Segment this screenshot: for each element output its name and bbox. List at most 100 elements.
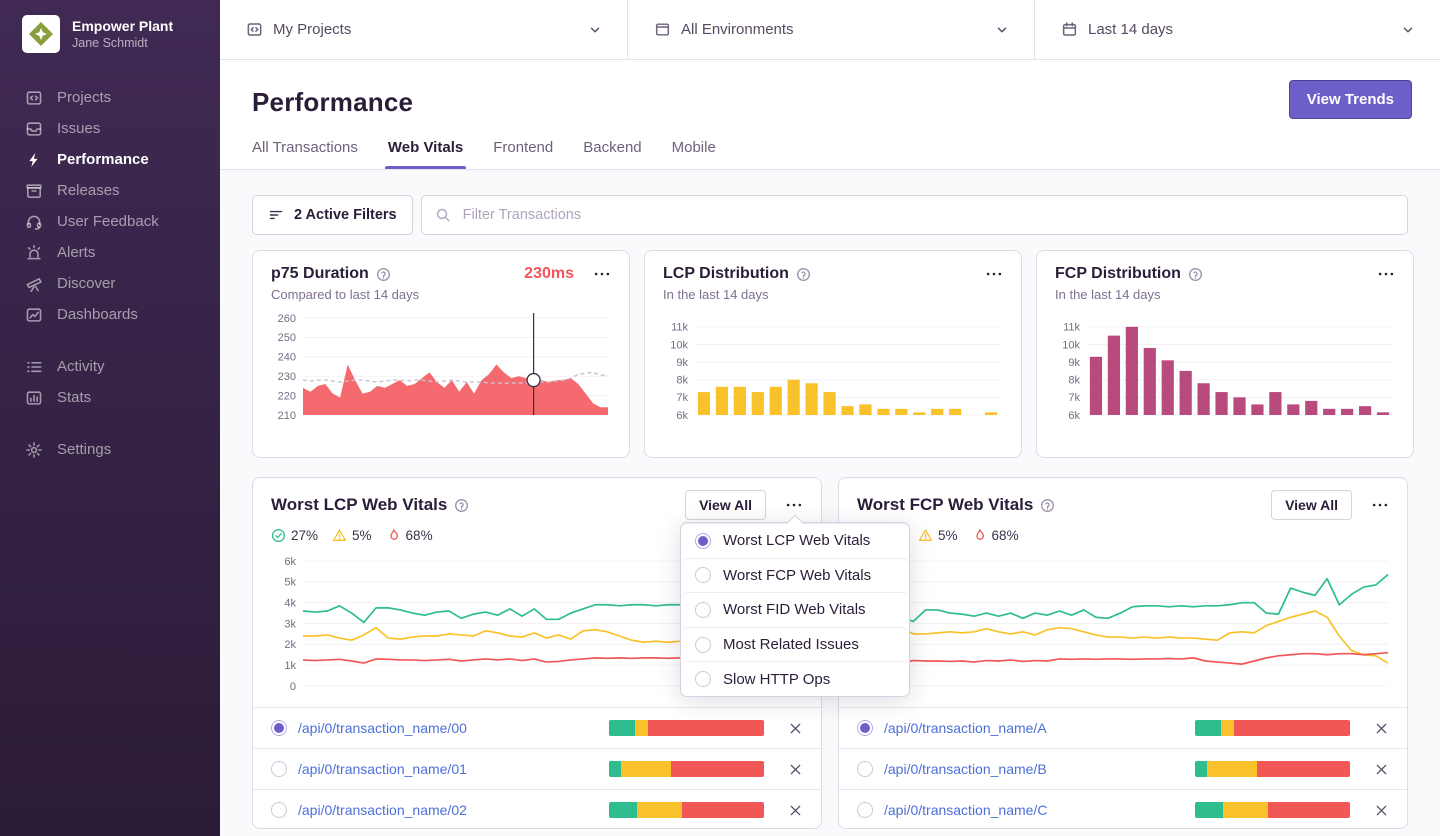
filter-row: 2 Active Filters (252, 195, 1408, 235)
stat-poor: 68% (386, 528, 433, 543)
org-header[interactable]: Empower Plant Jane Schmidt (0, 0, 220, 53)
view-all-button[interactable]: View All (1271, 490, 1352, 520)
sidebar-item-projects[interactable]: Projects (0, 82, 220, 113)
more-options-icon[interactable] (1371, 496, 1389, 514)
projects-icon (246, 21, 263, 38)
svg-text:5k: 5k (284, 577, 296, 589)
transaction-link[interactable]: /api/0/transaction_name/02 (298, 802, 467, 818)
transaction-link[interactable]: /api/0/transaction_name/01 (298, 761, 467, 777)
worst-fcp-card: Worst FCP Web Vitals View All 27%5%68% 0… (838, 477, 1408, 829)
close-icon[interactable] (788, 762, 803, 777)
svg-text:1k: 1k (284, 660, 296, 672)
more-options-icon[interactable] (1377, 265, 1395, 283)
dropdown-item-most-related-issues[interactable]: Most Related Issues (681, 626, 909, 662)
dropdown-item-slow-http-ops[interactable]: Slow HTTP Ops (681, 661, 909, 696)
releases-icon (25, 182, 43, 200)
sidebar-item-releases[interactable]: Releases (0, 175, 220, 206)
project-selector[interactable]: My Projects (220, 0, 628, 59)
svg-text:11k: 11k (671, 322, 688, 334)
date-range-label: Last 14 days (1088, 21, 1174, 38)
summary-cards-row: p75 Duration 230ms Compared to last 14 d… (252, 250, 1414, 458)
svg-text:0: 0 (290, 681, 296, 693)
vitals-breakdown-bar (609, 720, 764, 736)
tab-mobile[interactable]: Mobile (672, 139, 716, 169)
bar-segment-poor (1233, 720, 1350, 736)
environment-selector-label: All Environments (681, 21, 794, 38)
transaction-radio[interactable] (271, 802, 287, 818)
environment-selector[interactable]: All Environments (628, 0, 1035, 59)
transaction-radio[interactable] (857, 720, 873, 736)
more-options-icon[interactable] (785, 496, 803, 514)
global-filter-bar: My Projects All Environments Last 14 day… (220, 0, 1440, 60)
chevron-down-icon (994, 22, 1010, 38)
more-options-icon[interactable] (985, 265, 1003, 283)
svg-text:240: 240 (278, 352, 296, 364)
tab-backend[interactable]: Backend (583, 139, 641, 169)
transaction-link[interactable]: /api/0/transaction_name/00 (298, 720, 467, 736)
help-icon[interactable] (1040, 498, 1055, 513)
sidebar-item-label: Alerts (57, 244, 96, 261)
svg-text:8k: 8k (1068, 375, 1080, 387)
sidebar-item-performance[interactable]: Performance (0, 144, 220, 175)
stat-poor: 68% (972, 528, 1019, 543)
card-title: FCP Distribution (1055, 265, 1181, 282)
tab-all-transactions[interactable]: All Transactions (252, 139, 358, 169)
card-subtitle: In the last 14 days (1055, 287, 1161, 302)
bar-segment-poor (681, 802, 764, 818)
vitals-breakdown-bar (1195, 720, 1350, 736)
check-icon (271, 528, 286, 543)
main: My Projects All Environments Last 14 day… (220, 0, 1440, 836)
transaction-radio[interactable] (271, 720, 287, 736)
sidebar-item-issues[interactable]: Issues (0, 113, 220, 144)
view-trends-button[interactable]: View Trends (1288, 80, 1412, 119)
help-icon[interactable] (454, 498, 469, 513)
sidebar-item-alerts[interactable]: Alerts (0, 237, 220, 268)
project-selector-label: My Projects (273, 21, 352, 38)
transaction-link[interactable]: /api/0/transaction_name/C (884, 802, 1047, 818)
help-icon[interactable] (1188, 267, 1203, 282)
sidebar-item-stats[interactable]: Stats (0, 382, 220, 413)
active-filters-button[interactable]: 2 Active Filters (252, 195, 413, 235)
search-input[interactable] (460, 206, 1394, 224)
chevron-down-icon (587, 22, 603, 38)
svg-text:210: 210 (278, 410, 296, 422)
bar-segment-good (609, 761, 622, 777)
svg-text:6k: 6k (676, 410, 688, 422)
org-logo (22, 15, 60, 53)
sidebar-item-activity[interactable]: Activity (0, 351, 220, 382)
transaction-list: /api/0/transaction_name/A/api/0/transact… (839, 707, 1407, 828)
dropdown-item-worst-fcp-web-vitals[interactable]: Worst FCP Web Vitals (681, 557, 909, 593)
alerts-icon (25, 244, 43, 262)
sidebar-item-discover[interactable]: Discover (0, 268, 220, 299)
dropdown-item-label: Slow HTTP Ops (723, 670, 831, 688)
close-icon[interactable] (1374, 803, 1389, 818)
view-all-button[interactable]: View All (685, 490, 766, 520)
more-options-icon[interactable] (593, 265, 611, 283)
dropdown-item-label: Worst LCP Web Vitals (723, 532, 871, 550)
close-icon[interactable] (788, 721, 803, 736)
close-icon[interactable] (1374, 762, 1389, 777)
dropdown-item-worst-fid-web-vitals[interactable]: Worst FID Web Vitals (681, 592, 909, 627)
fcp-bar-chart: 6k 7k 8k 9k 10k 11k (1062, 322, 1392, 422)
transaction-link[interactable]: /api/0/transaction_name/A (884, 720, 1047, 736)
sidebar-item-settings[interactable]: Settings (0, 434, 220, 465)
close-icon[interactable] (1374, 721, 1389, 736)
vitals-breakdown-bar (1195, 761, 1350, 777)
transaction-link[interactable]: /api/0/transaction_name/B (884, 761, 1047, 777)
activity-icon (25, 358, 43, 376)
transaction-radio[interactable] (271, 761, 287, 777)
sidebar-item-dashboards[interactable]: Dashboards (0, 299, 220, 330)
lcp-distribution-card: LCP Distribution In the last 14 days 6k 7… (644, 250, 1022, 458)
tab-web-vitals[interactable]: Web Vitals (384, 139, 467, 169)
help-icon[interactable] (376, 267, 391, 282)
close-icon[interactable] (788, 803, 803, 818)
transaction-radio[interactable] (857, 802, 873, 818)
card-title: Worst LCP Web Vitals (271, 495, 448, 514)
card-title: p75 Duration (271, 265, 369, 282)
tab-frontend[interactable]: Frontend (493, 139, 553, 169)
page-header: Performance View Trends All Transactions… (220, 60, 1440, 170)
date-range-selector[interactable]: Last 14 days (1035, 0, 1440, 59)
transaction-radio[interactable] (857, 761, 873, 777)
help-icon[interactable] (796, 267, 811, 282)
sidebar-item-user-feedback[interactable]: User Feedback (0, 206, 220, 237)
